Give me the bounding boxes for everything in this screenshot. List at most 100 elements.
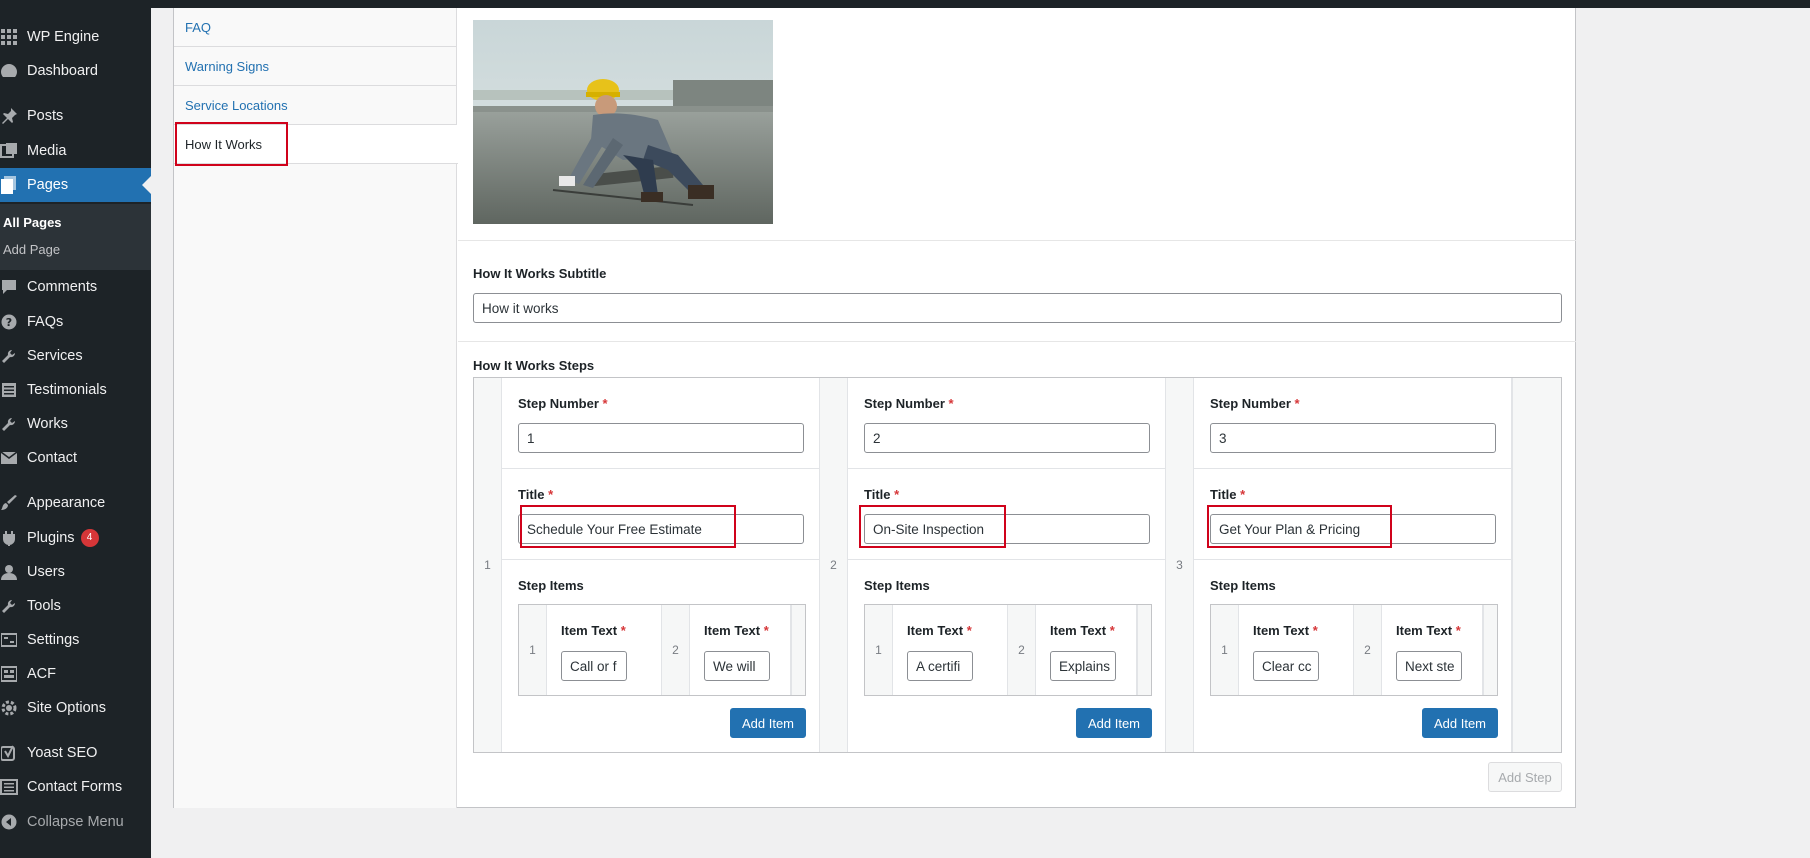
add-step-button[interactable]: Add Step [1488,762,1562,792]
user-icon [0,563,18,581]
label-text: Item Text [561,623,618,638]
item-text-input[interactable]: Call or f [561,651,627,681]
required-mark: * [548,487,554,502]
add-item-button[interactable]: Add Item [1076,708,1152,738]
menu-item-tools[interactable]: Tools [0,589,151,623]
required-mark: * [894,487,900,502]
menu-item-testimonials[interactable]: Testimonials [0,373,151,407]
mail-icon [0,449,18,467]
menu-label: Testimonials [27,382,107,398]
add-item-button[interactable]: Add Item [730,708,806,738]
subtitle-field-label: How It Works Subtitle [473,266,607,281]
item-text-input[interactable]: Clear cc [1253,651,1319,681]
menu-label: Dashboard [27,63,98,79]
menu-item-services[interactable]: Services [0,339,151,373]
step-number-input[interactable]: 3 [1210,423,1496,453]
menu-item-faqs[interactable]: ? FAQs [0,305,151,339]
menu-item-works[interactable]: Works [0,407,151,441]
menu-item-posts[interactable]: Posts [0,99,151,133]
item-text-input[interactable]: Next ste [1396,651,1462,681]
menu-item-acf[interactable]: ACF [0,657,151,691]
row-handle[interactable]: 1 [474,378,502,752]
gear-icon [0,699,18,717]
tab-faq[interactable]: FAQ [174,8,457,47]
forms-icon [0,778,18,796]
submenu-add-page[interactable]: Add Page [3,242,60,257]
pages-icon [0,176,18,194]
item-cell: Item Text * We will [690,605,791,695]
pin-icon [0,107,18,125]
title-label: Title * [518,487,553,502]
acf-icon [0,665,18,683]
row-handle[interactable]: 1 [519,605,547,695]
collapse-menu-button[interactable]: Collapse Menu [0,805,151,839]
menu-item-contact-forms[interactable]: Contact Forms [0,770,151,804]
item-text-input[interactable]: Explains [1050,651,1116,681]
tab-how-it-works[interactable]: How It Works [174,125,458,164]
menu-item-yoast-seo[interactable]: Yoast SEO [0,736,151,770]
menu-item-dashboard[interactable]: Dashboard [0,54,151,88]
row-handle[interactable]: 2 [662,605,690,695]
menu-label: Media [27,143,67,159]
comment-icon [0,278,18,296]
item-text-input[interactable]: A certifi [907,651,973,681]
step-number-input[interactable]: 2 [864,423,1150,453]
required-mark: * [763,623,769,638]
admin-bar [0,0,1810,8]
step-items-label: Step Items [518,578,584,593]
step-items-label: Step Items [864,578,930,593]
menu-label: WP Engine [27,29,100,45]
menu-item-pages[interactable]: Pages [0,168,151,202]
menu-label: Works [27,416,68,432]
brush-icon [0,494,18,512]
menu-item-users[interactable]: Users [0,555,151,589]
submenu-all-pages[interactable]: All Pages [3,215,62,230]
menu-label: Collapse Menu [27,814,124,830]
required-mark: * [1240,487,1246,502]
title-input[interactable]: Schedule Your Free Estimate [518,514,804,544]
menu-item-settings[interactable]: Settings [0,623,151,657]
step-number-input[interactable]: 1 [518,423,804,453]
wrench-icon [0,347,18,365]
step-block: Step Number * 3 Title * Get Your Plan & … [1194,378,1512,752]
menu-label: Tools [27,598,61,614]
row-handle[interactable]: 2 [1008,605,1036,695]
step-items-label: Step Items [1210,578,1276,593]
steps-repeater: 1 Step Number * 1 Title * Schedule Your … [473,377,1562,753]
menu-label: Comments [27,279,98,295]
row-handle[interactable]: 3 [1166,378,1194,752]
label-text: Step Number [518,396,599,411]
subtitle-input[interactable]: How it works [473,293,1562,323]
menu-item-appearance[interactable]: Appearance [0,486,151,520]
menu-item-plugins[interactable]: Plugins 4 [0,521,151,555]
scroll-edge [1137,605,1151,695]
menu-item-media[interactable]: Media [0,134,151,168]
tab-service-locations[interactable]: Service Locations [174,86,457,125]
menu-item-site-options[interactable]: Site Options [0,691,151,725]
title-input[interactable]: On-Site Inspection [864,514,1150,544]
acf-field-group-panel: FAQ Warning Signs Service Locations How … [173,8,1576,808]
step-number-label: Step Number * [518,396,608,411]
item-text-input[interactable]: We will [704,651,770,681]
add-item-button[interactable]: Add Item [1422,708,1498,738]
menu-item-wp-engine[interactable]: WP Engine [0,20,151,54]
menu-label: ACF [27,666,56,682]
title-input[interactable]: Get Your Plan & Pricing [1210,514,1496,544]
steps-field-label: How It Works Steps [473,358,595,373]
field-divider [848,559,1166,560]
field-divider [458,240,1576,241]
step-items-repeater: 1 Item Text * Clear cc 2 Item Text * Nex… [1210,604,1498,696]
step-number-label: Step Number * [864,396,954,411]
roofer-photo [473,20,773,224]
menu-label: Services [27,348,83,364]
field-divider [1194,468,1512,469]
required-mark: * [966,623,972,638]
row-handle[interactable]: 2 [820,378,848,752]
row-handle[interactable]: 1 [1211,605,1239,695]
label-text: Title [1210,487,1237,502]
row-handle[interactable]: 2 [1354,605,1382,695]
menu-item-contact[interactable]: Contact [0,441,151,475]
tab-warning-signs[interactable]: Warning Signs [174,47,457,86]
row-handle[interactable]: 1 [865,605,893,695]
menu-item-comments[interactable]: Comments [0,270,151,304]
